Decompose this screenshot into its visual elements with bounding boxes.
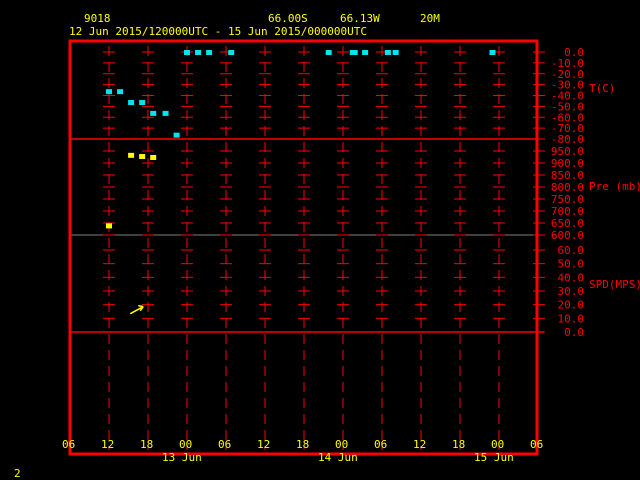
- panel-label: T(C): [589, 82, 616, 95]
- wind-arrow: [129, 304, 144, 315]
- x-tick-label: 06: [530, 438, 543, 451]
- temperature-point: [139, 100, 146, 106]
- temperature-point: [117, 89, 124, 95]
- temperature-point: [173, 132, 180, 138]
- panel-label: SPD(MPS): [589, 278, 640, 291]
- pressure-point: [106, 223, 112, 229]
- pressure-point: [139, 154, 146, 160]
- latitude: 66.00S: [268, 12, 308, 25]
- temperature-point: [150, 110, 157, 116]
- x-tick-label: 06: [218, 438, 231, 451]
- date-label: 14 Jun: [318, 451, 358, 464]
- temperature-point: [195, 50, 202, 55]
- grid: [70, 46, 545, 450]
- temperature-point: [128, 100, 135, 106]
- x-tick-label: 18: [140, 438, 153, 451]
- temperature-point: [162, 110, 169, 116]
- x-tick-label: 12: [101, 438, 114, 451]
- y-tick-label: 60.0: [558, 244, 585, 257]
- y-tick-label: 10.0: [558, 312, 585, 325]
- temperature-point: [106, 89, 112, 95]
- temperature-point: [362, 50, 369, 55]
- longitude: 66.13W: [340, 12, 380, 25]
- x-tick-label: 18: [296, 438, 309, 451]
- date-label: 13 Jun: [162, 451, 202, 464]
- meteogram-chart: 9018 66.00S 66.13W 20M 12 Jun 2015/12000…: [14, 12, 640, 480]
- pressure-point: [128, 152, 135, 158]
- temperature-point: [489, 50, 496, 55]
- x-tick-label: 00: [335, 438, 348, 451]
- temperature-point: [228, 50, 235, 55]
- y-tick-label: 40.0: [558, 271, 585, 284]
- data-marks: [106, 50, 496, 315]
- temperature-point: [384, 50, 391, 55]
- y-tick-label: 0.0: [564, 326, 584, 339]
- temperature-point: [184, 50, 190, 55]
- x-tick-label: 06: [62, 438, 75, 451]
- x-tick-label: 12: [413, 438, 426, 451]
- y-tick-label: 50.0: [558, 258, 585, 271]
- temperature-point: [392, 50, 399, 55]
- page-number: 2: [14, 467, 21, 480]
- y-tick-label: 600.0: [551, 229, 584, 242]
- x-tick-label: 12: [257, 438, 270, 451]
- panel-label: Pre (mb): [589, 180, 640, 193]
- temperature-point: [206, 50, 213, 55]
- x-tick-label: 18: [452, 438, 465, 451]
- x-tick-label: 00: [491, 438, 504, 451]
- x-tick-label: 06: [374, 438, 387, 451]
- station-height: 20M: [420, 12, 440, 25]
- pressure-point: [150, 155, 157, 160]
- y-tick-label: 30.0: [558, 285, 585, 298]
- station-id: 9018: [84, 12, 111, 25]
- temperature-point: [351, 50, 358, 55]
- temperature-point: [325, 50, 332, 55]
- y-tick-label: 20.0: [558, 299, 585, 312]
- x-tick-label: 00: [179, 438, 192, 451]
- period-title: 12 Jun 2015/120000UTC - 15 Jun 2015/0000…: [69, 25, 367, 38]
- date-label: 15 Jun: [474, 451, 514, 464]
